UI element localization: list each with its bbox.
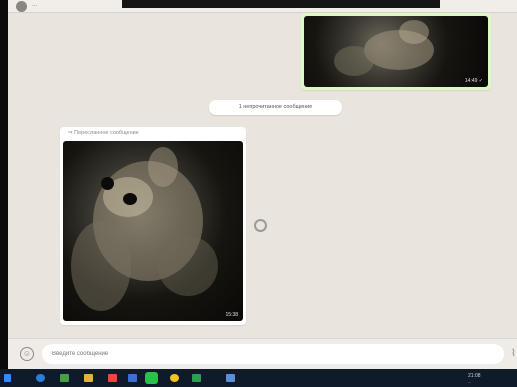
- search-icon[interactable]: [36, 374, 45, 382]
- attach-icon[interactable]: ⌇: [511, 347, 517, 361]
- avatar[interactable]: [16, 1, 27, 12]
- forwarded-label: ⇒ Пересланное сообщение: [68, 130, 139, 136]
- whatsapp-icon[interactable]: [145, 372, 158, 384]
- tray-date[interactable]: ...: [468, 379, 471, 384]
- photo-detail: [158, 236, 218, 296]
- photo-detail: [399, 20, 429, 44]
- word-icon[interactable]: [128, 374, 137, 382]
- photo-detail: [334, 46, 374, 76]
- incoming-message[interactable]: ⇒ Пересланное сообщение 15:38: [60, 127, 246, 325]
- file-explorer-icon[interactable]: [84, 374, 93, 382]
- files-icon[interactable]: [226, 374, 235, 382]
- task-view-icon[interactable]: [60, 374, 69, 382]
- contact-name[interactable]: ...: [32, 2, 37, 8]
- message-time: 14:49 ✓: [464, 78, 483, 84]
- composer-bar: ☺ ⌇: [8, 338, 517, 369]
- photo-detail: [123, 193, 137, 205]
- outgoing-message[interactable]: 14:49 ✓: [301, 13, 491, 90]
- outgoing-photo[interactable]: 14:49 ✓: [304, 16, 488, 87]
- store-icon[interactable]: [108, 374, 117, 382]
- emoji-icon[interactable]: ☺: [20, 347, 34, 361]
- start-icon[interactable]: [4, 374, 11, 382]
- unread-divider: 1 непрочитанное сообщение: [209, 100, 342, 115]
- previous-image-fragment: [122, 0, 440, 8]
- photo-detail: [71, 221, 131, 311]
- windows-taskbar: 21:08 ...: [0, 369, 517, 387]
- chrome-icon[interactable]: [170, 374, 179, 382]
- message-input[interactable]: [42, 344, 504, 364]
- message-time: 15:38: [225, 312, 238, 318]
- loading-cursor-icon: [254, 219, 267, 232]
- incoming-photo[interactable]: 15:38: [63, 141, 243, 321]
- whatsapp-window: ... 14:49 ✓ 1 непрочитанное сообщение ⇒ …: [8, 0, 517, 369]
- photo-detail: [101, 177, 114, 190]
- excel-icon[interactable]: [192, 374, 201, 382]
- photo-detail: [148, 147, 178, 187]
